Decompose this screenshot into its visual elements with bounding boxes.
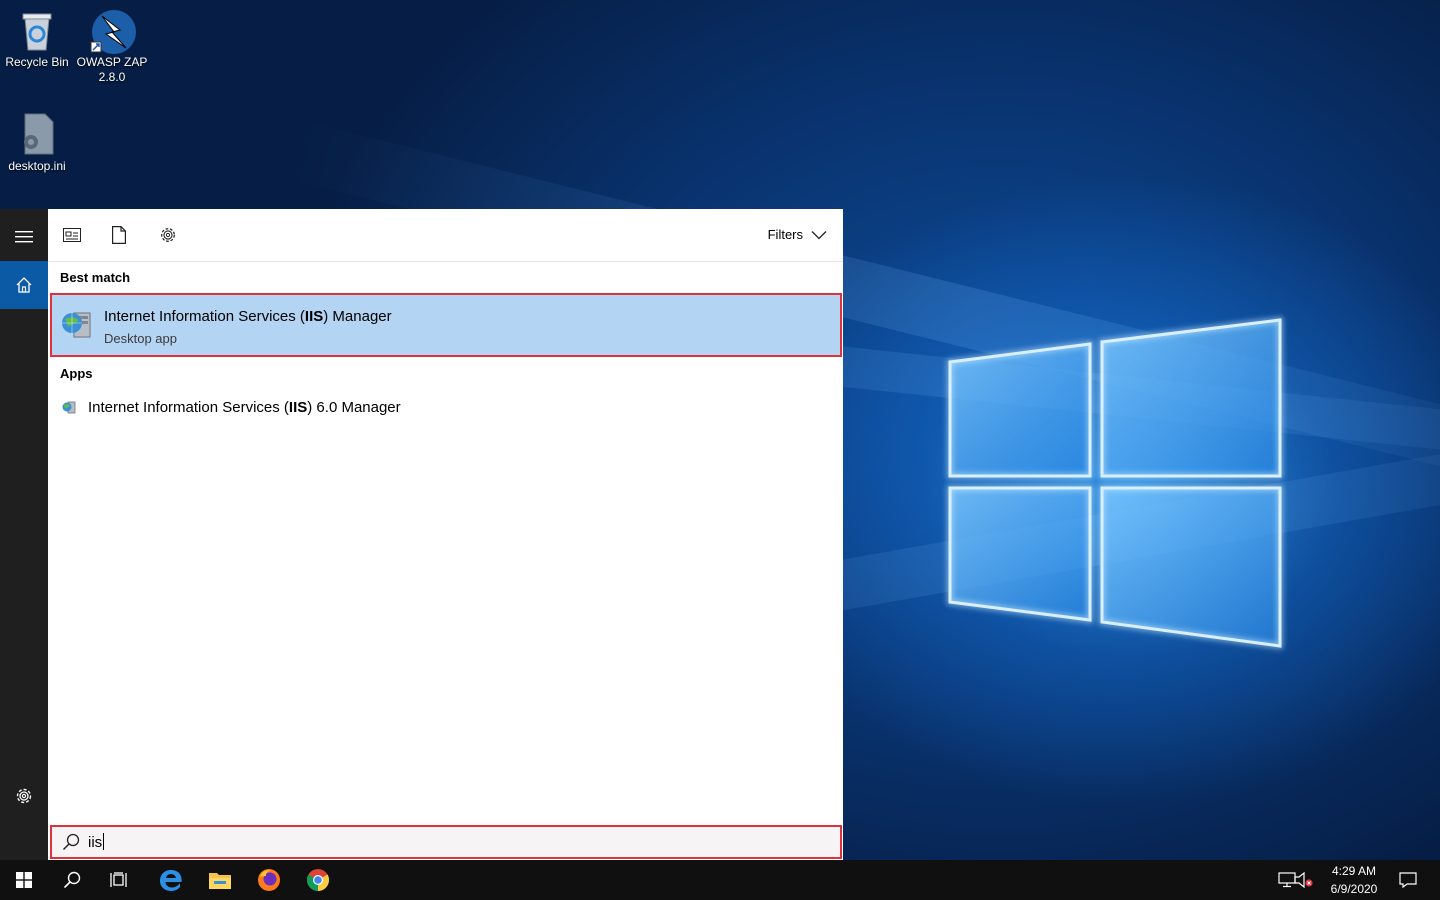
- filters-dropdown[interactable]: Filters: [768, 227, 827, 242]
- edge-icon: [160, 870, 182, 891]
- app-result-title: Internet Information Services (IIS) 6.0 …: [88, 399, 401, 416]
- gear-icon: [16, 788, 32, 804]
- iis-icon: [62, 400, 76, 414]
- firefox-icon: [258, 869, 280, 891]
- documents-icon: [112, 226, 126, 244]
- desktop-icon-owasp-zap[interactable]: OWASP ZAP 2.8.0: [75, 8, 149, 85]
- notification-icon: [1399, 872, 1417, 888]
- best-match-subtitle: Desktop app: [104, 331, 177, 346]
- scope-settings-button[interactable]: [156, 223, 180, 247]
- start-button[interactable]: [0, 860, 48, 900]
- file-explorer-icon: [209, 873, 231, 889]
- volume-tray-button[interactable]: [1286, 860, 1322, 900]
- clock-date[interactable]: 6/9/2020: [1319, 880, 1389, 898]
- taskbar-edge[interactable]: [147, 860, 195, 900]
- home-icon: [16, 277, 32, 293]
- search-box[interactable]: iis: [50, 825, 842, 859]
- taskbar: 4:29 AM 6/9/2020: [0, 860, 1440, 900]
- windows-logo-wallpaper: [947, 316, 1283, 650]
- taskbar-chrome[interactable]: [294, 860, 342, 900]
- zap-icon: [90, 8, 136, 54]
- desktop-icon-label: Recycle Bin: [5, 55, 69, 69]
- recycle-bin-icon: [15, 8, 59, 52]
- scope-documents-button[interactable]: [107, 223, 131, 247]
- taskbar-search-button[interactable]: [48, 860, 96, 900]
- search-icon: [63, 871, 81, 889]
- search-results-panel: Filters Best match Internet Information …: [48, 209, 843, 860]
- desktop-icon-recycle-bin[interactable]: Recycle Bin: [0, 8, 74, 70]
- volume-icon: [1294, 872, 1313, 888]
- taskbar-firefox[interactable]: [245, 860, 293, 900]
- search-input[interactable]: iis: [88, 833, 105, 851]
- settings-file-icon: [15, 112, 59, 156]
- chevron-down-icon: [811, 230, 827, 239]
- desktop-icon-label: OWASP ZAP: [76, 55, 148, 69]
- start-menu-rail: [0, 209, 48, 860]
- expand-menu-button[interactable]: [0, 213, 48, 261]
- taskbar-file-explorer[interactable]: [196, 860, 244, 900]
- desktop-icon-label-version: 2.8.0: [98, 70, 126, 84]
- search-icon: [62, 833, 80, 851]
- text-caret: [103, 833, 105, 850]
- task-view-icon: [110, 872, 127, 887]
- hamburger-icon: [15, 231, 33, 243]
- apps-header: Apps: [60, 366, 93, 381]
- home-button[interactable]: [0, 261, 48, 309]
- apps-icon: [63, 228, 81, 242]
- action-center-button[interactable]: [1384, 860, 1432, 900]
- windows-logo-icon: [16, 872, 32, 888]
- best-match-header: Best match: [60, 270, 131, 285]
- app-result-iis6[interactable]: Internet Information Services (IIS) 6.0 …: [48, 395, 843, 421]
- desktop-icon-desktop-ini[interactable]: desktop.ini: [0, 112, 74, 174]
- search-scope-toolbar: Filters: [48, 209, 843, 262]
- filters-label: Filters: [767, 227, 803, 242]
- settings-button[interactable]: [0, 772, 48, 820]
- clock-time[interactable]: 4:29 AM: [1319, 862, 1389, 880]
- desktop-icon-label: desktop.ini: [8, 159, 66, 173]
- task-view-button[interactable]: [96, 860, 144, 900]
- best-match-title: Internet Information Services (IIS) Mana…: [104, 308, 392, 325]
- gear-icon: [161, 228, 175, 242]
- iis-icon: [60, 307, 94, 341]
- chrome-icon: [307, 869, 329, 891]
- scope-apps-button[interactable]: [60, 223, 84, 247]
- best-match-result[interactable]: Internet Information Services (IIS) Mana…: [50, 293, 842, 357]
